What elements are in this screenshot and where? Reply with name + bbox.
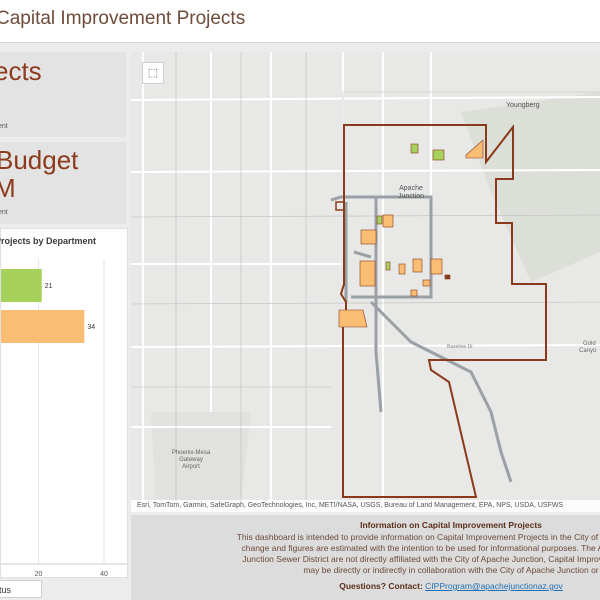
kpi-budget-line1: Budget (0, 145, 79, 175)
info-title: Information on Capital Improvement Proje… (360, 520, 542, 530)
x-tick-label: 20 (35, 571, 43, 577)
contact-email-link[interactable]: CIPProgram@apachejunctionaz.gov (425, 581, 563, 591)
department-bar-chart: 020402134 (1, 259, 127, 577)
label-gold-canyon: Gold Canyo (579, 341, 597, 354)
kpi-projects-caption: ent (0, 123, 8, 130)
app-header: Capital Improvement Projects (0, 0, 600, 43)
x-tick-label: 40 (100, 571, 108, 577)
bar-value-label: 34 (87, 324, 95, 331)
project-parcels (338, 139, 484, 328)
bar[interactable] (1, 310, 85, 343)
info-body: This dashboard is intended to provide in… (131, 532, 600, 576)
info-body-line: Junction Sewer District are not directly… (242, 554, 600, 564)
department-chart-panel: Projects by Department 020402134 (0, 228, 128, 578)
kpi-projects-value: ects (0, 56, 42, 86)
contact-label: Questions? Contact: (339, 581, 423, 591)
highway (330, 195, 513, 483)
info-body-line: may be directly or indirectly in collabo… (303, 565, 599, 575)
label-road: Baseline Dr (447, 344, 473, 350)
kpi-budget-panel: Budget M ent (0, 142, 126, 224)
project-map[interactable]: Youngberg Apache Junction Phoenix-Mesa Gat… (131, 52, 600, 512)
terrain-shade (461, 92, 600, 282)
kpi-budget-caption: ent (0, 209, 8, 216)
label-apache-junction: Apache Junction (398, 185, 424, 200)
info-body-line: change and figures are estimated with th… (241, 543, 600, 553)
map-canvas: Youngberg Apache Junction Phoenix-Mesa Gat… (131, 52, 600, 512)
label-youngberg: Youngberg (506, 102, 540, 109)
select-tool-button[interactable]: ⬚ (142, 62, 164, 84)
info-contact: Questions? Contact: CIPProgram@apachejun… (131, 581, 600, 591)
map-attribution: Esri, TomTom, Garmin, SafeGraph, GeoTech… (131, 500, 600, 512)
kpi-budget-line2: M (0, 173, 16, 203)
tab-status[interactable]: tus (0, 580, 42, 598)
kpi-projects-panel: ects ent (0, 52, 126, 137)
info-body-line: This dashboard is intended to provide in… (236, 532, 600, 542)
bar-value-label: 21 (45, 283, 53, 290)
info-panel: Information on Capital Improvement Proje… (131, 515, 600, 600)
bar[interactable] (1, 269, 42, 302)
page-title: Capital Improvement Projects (0, 8, 246, 29)
